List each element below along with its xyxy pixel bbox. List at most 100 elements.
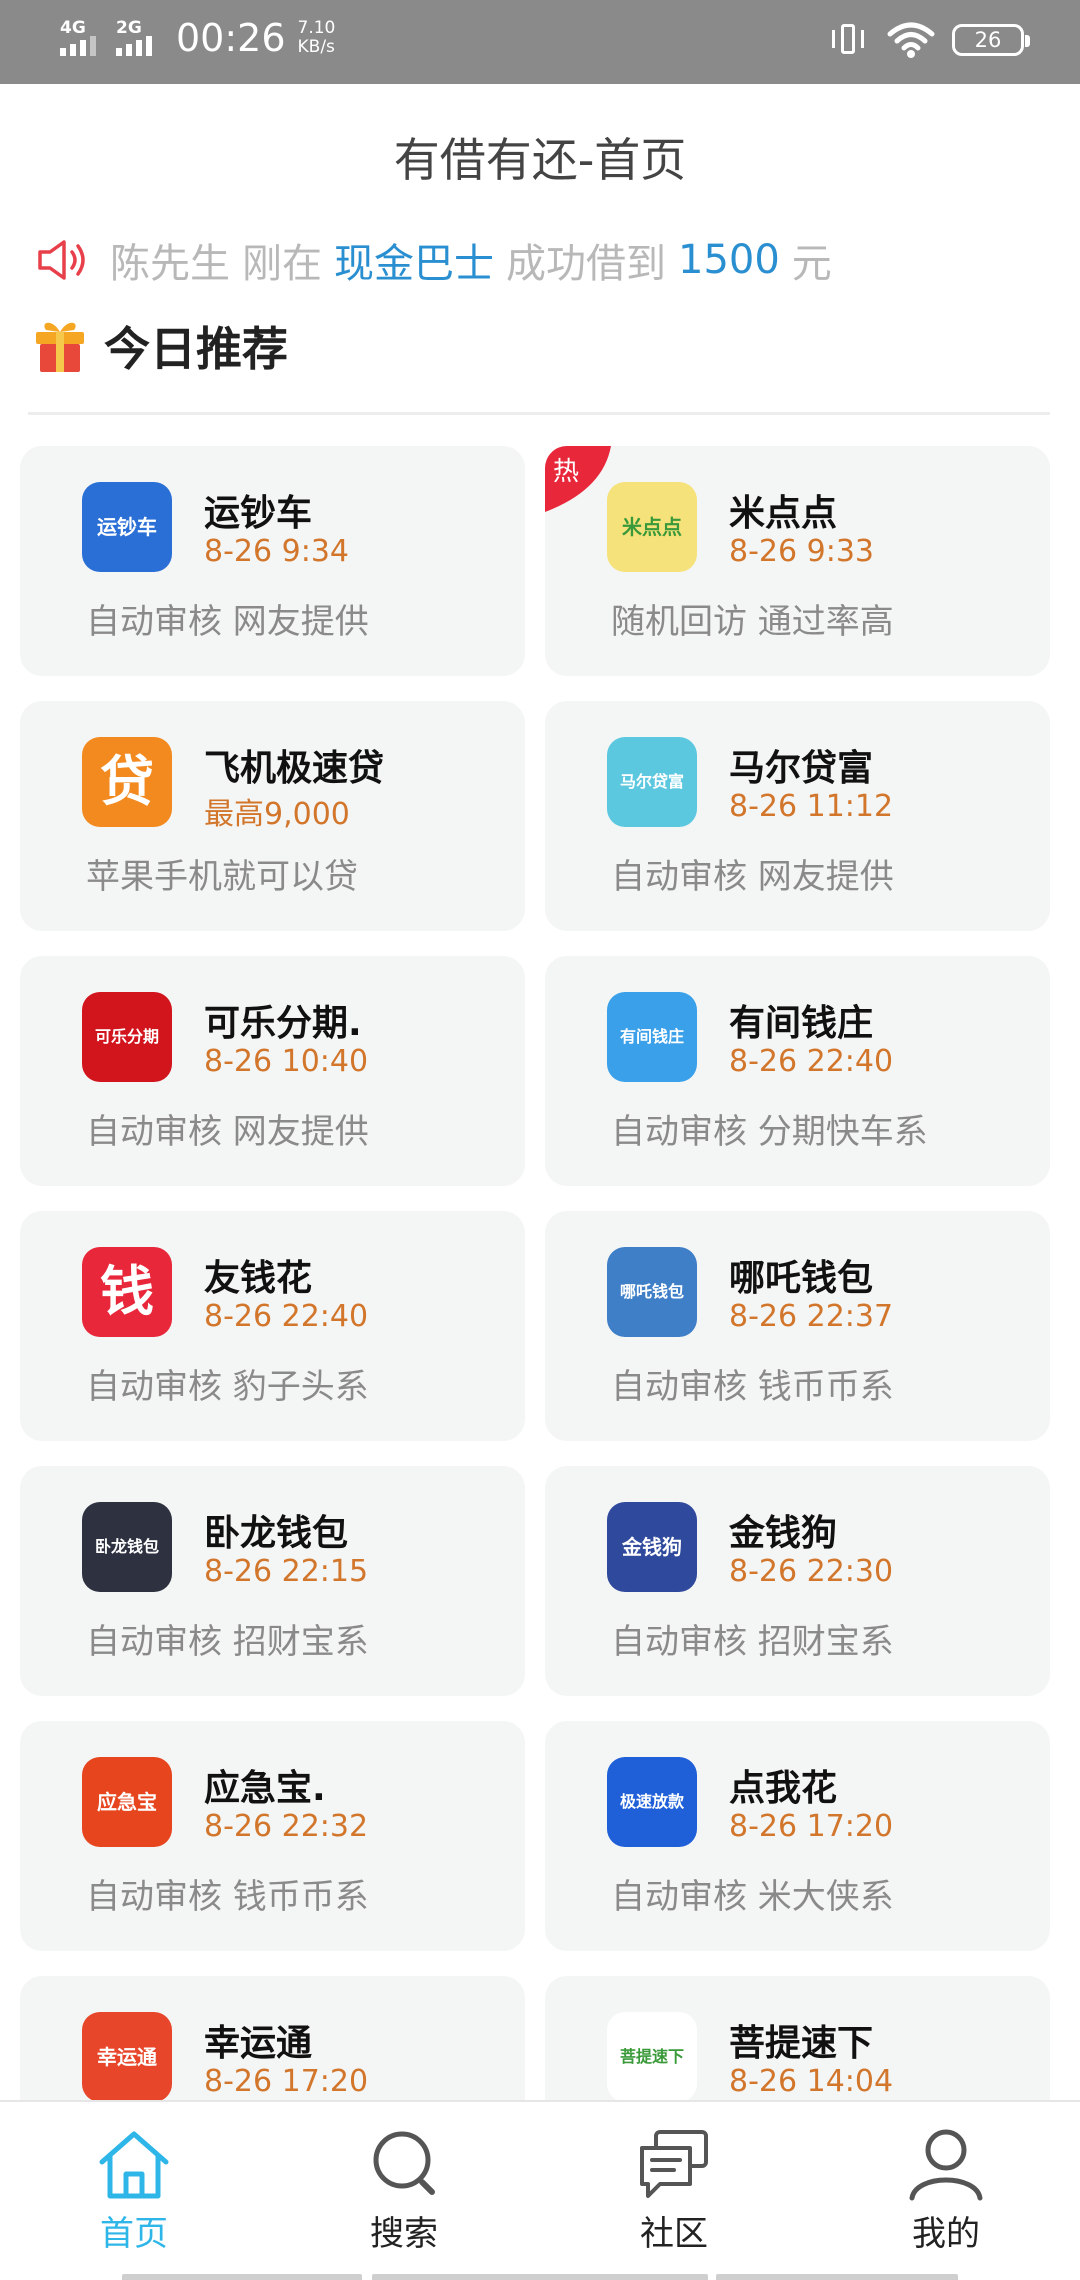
app-icon: 应急宝 xyxy=(82,1757,172,1847)
app-name: 运钞车 xyxy=(204,493,313,534)
app-time: 8-26 9:34 xyxy=(204,534,349,569)
signal-sim1-icon: 4G xyxy=(58,16,106,60)
app-icon-label: 米点点 xyxy=(622,515,682,539)
app-time: 8-26 22:40 xyxy=(729,1044,894,1079)
app-card[interactable]: 可乐分期 可乐分期. 8-26 10:40 自动审核 网友提供 xyxy=(20,956,525,1186)
app-time: 8-26 11:12 xyxy=(729,789,894,824)
app-icon-label: 卧龙钱包 xyxy=(94,1537,159,1557)
status-time: 00:26 xyxy=(176,16,286,60)
app-card[interactable]: 金钱狗 金钱狗 8-26 22:30 自动审核 招财宝系 xyxy=(545,1466,1050,1696)
app-icon: 金钱狗 xyxy=(607,1502,697,1592)
nav-item-community[interactable]: 社区 xyxy=(604,2126,744,2256)
app-icon-label: 哪吒钱包 xyxy=(619,1282,684,1302)
nav-label-search: 搜索 xyxy=(370,2214,438,2254)
wifi-icon xyxy=(887,22,935,58)
app-time: 最高9,000 xyxy=(204,797,350,832)
app-icon-label: 钱 xyxy=(100,1260,154,1324)
notice-user: 陈先生 xyxy=(110,241,230,287)
app-card[interactable]: 马尔贷富 马尔贷富 8-26 11:12 自动审核 网友提供 xyxy=(545,701,1050,931)
app-icon: 可乐分期 xyxy=(82,992,172,1082)
app-icon: 钱 xyxy=(82,1247,172,1337)
battery-icon: 26 xyxy=(952,24,1030,56)
app-description: 自动审核 钱币币系 xyxy=(86,1877,369,1917)
app-icon: 菩提速下 xyxy=(607,2012,697,2100)
app-name: 应急宝. xyxy=(204,1768,326,1809)
notice-platform: 现金巴士 xyxy=(334,241,494,287)
app-name: 有间钱庄 xyxy=(729,1003,874,1044)
app-icon-label: 贷 xyxy=(100,750,154,814)
loan-notice-marquee[interactable]: 陈先生 刚在 现金巴士 成功借到 1500 元 xyxy=(36,232,844,288)
nav-label-profile: 我的 xyxy=(912,2214,980,2254)
notice-amount: 1500 xyxy=(678,237,780,283)
nav-item-profile[interactable]: 我的 xyxy=(876,2126,1016,2256)
app-time: 8-26 22:32 xyxy=(204,1809,369,1844)
page-title: 有借有还-首页 xyxy=(393,133,687,187)
hot-badge: 热 xyxy=(545,446,611,512)
app-description: 自动审核 豹子头系 xyxy=(86,1367,369,1407)
app-icon-label: 可乐分期 xyxy=(94,1027,159,1047)
status-bar: 4G 2G 00:26 7.10 KB/s 26 xyxy=(0,0,1080,84)
app-card[interactable]: 菩提速下 菩提速下 8-26 14:04 xyxy=(545,1976,1050,2100)
network-speed-unit: KB/s xyxy=(297,37,335,57)
app-card[interactable]: 幸运通 幸运通 8-26 17:20 xyxy=(20,1976,525,2100)
app-icon-label: 极速放款 xyxy=(619,1792,684,1812)
app-card[interactable]: 卧龙钱包 卧龙钱包 8-26 22:15 自动审核 招财宝系 xyxy=(20,1466,525,1696)
app-icon: 有间钱庄 xyxy=(607,992,697,1082)
gesture-bar-segment xyxy=(122,2274,362,2280)
bottom-nav: 首页 搜索 社区 我的 xyxy=(0,2100,1080,2280)
app-description: 自动审核 招财宝系 xyxy=(611,1622,894,1662)
app-icon: 卧龙钱包 xyxy=(82,1502,172,1592)
app-icon-label: 有间钱庄 xyxy=(619,1027,684,1047)
app-card[interactable]: 极速放款 点我花 8-26 17:20 自动审核 米大侠系 xyxy=(545,1721,1050,1951)
notice-verb: 刚在 xyxy=(242,241,322,287)
app-icon: 幸运通 xyxy=(82,2012,172,2100)
nav-label-home: 首页 xyxy=(100,2214,168,2254)
app-card[interactable]: 哪吒钱包 哪吒钱包 8-26 22:37 自动审核 钱币币系 xyxy=(545,1211,1050,1441)
search-icon xyxy=(373,2131,435,2195)
app-name: 菩提速下 xyxy=(729,2023,874,2064)
home-icon xyxy=(99,2131,169,2199)
app-time: 8-26 17:20 xyxy=(204,2064,369,2099)
app-card[interactable]: 米点点 米点点 8-26 9:33 随机回访 通过率高热 xyxy=(545,446,1050,676)
user-icon xyxy=(909,2129,983,2201)
app-icon-label: 运钞车 xyxy=(97,515,157,539)
app-name: 马尔贷富 xyxy=(729,748,874,789)
app-description: 自动审核 网友提供 xyxy=(611,857,894,897)
notice-unit: 元 xyxy=(791,241,832,287)
app-card[interactable]: 贷 飞机极速贷 最高9,000 苹果手机就可以贷 xyxy=(20,701,525,931)
app-icon-label: 幸运通 xyxy=(97,2045,157,2069)
app-card[interactable]: 钱 友钱花 8-26 22:40 自动审核 豹子头系 xyxy=(20,1211,525,1441)
app-time: 8-26 22:37 xyxy=(729,1299,894,1334)
app-icon: 贷 xyxy=(82,737,172,827)
nav-item-home[interactable]: 首页 xyxy=(64,2126,204,2256)
app-time: 8-26 22:30 xyxy=(729,1554,894,1589)
app-icon-label: 金钱狗 xyxy=(622,1535,682,1559)
app-name: 友钱花 xyxy=(204,1258,313,1299)
app-name: 飞机极速贷 xyxy=(204,748,385,789)
app-card[interactable]: 运钞车 运钞车 8-26 9:34 自动审核 网友提供 xyxy=(20,446,525,676)
app-icon: 极速放款 xyxy=(607,1757,697,1847)
app-name: 米点点 xyxy=(729,493,838,534)
speaker-icon xyxy=(38,240,85,280)
gesture-bar-segment xyxy=(372,2274,708,2280)
app-description: 自动审核 招财宝系 xyxy=(86,1622,369,1662)
app-name: 幸运通 xyxy=(204,2023,313,2064)
vibrate-icon xyxy=(830,20,866,60)
app-icon-label: 马尔贷富 xyxy=(619,772,684,792)
app-icon: 马尔贷富 xyxy=(607,737,697,827)
sim1-network-label: 4G xyxy=(60,18,86,38)
app-description: 自动审核 分期快车系 xyxy=(611,1112,928,1152)
app-description: 自动审核 网友提供 xyxy=(86,1112,369,1152)
gift-icon xyxy=(36,322,84,372)
section-title: 今日推荐 xyxy=(104,322,288,376)
app-icon: 哪吒钱包 xyxy=(607,1247,697,1337)
network-speed-value: 7.10 xyxy=(297,18,336,38)
app-icon-label: 菩提速下 xyxy=(619,2047,684,2067)
app-time: 8-26 17:20 xyxy=(729,1809,894,1844)
app-time: 8-26 22:40 xyxy=(204,1299,369,1334)
section-header: 今日推荐 xyxy=(34,316,288,376)
nav-item-search[interactable]: 搜索 xyxy=(334,2126,474,2256)
app-description: 自动审核 网友提供 xyxy=(86,602,369,642)
app-card[interactable]: 有间钱庄 有间钱庄 8-26 22:40 自动审核 分期快车系 xyxy=(545,956,1050,1186)
app-card[interactable]: 应急宝 应急宝. 8-26 22:32 自动审核 钱币币系 xyxy=(20,1721,525,1951)
